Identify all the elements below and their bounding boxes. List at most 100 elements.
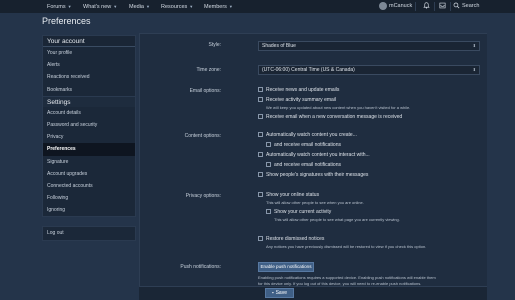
watch-interact-checkbox[interactable]: Automatically watch content you interact… [258,152,370,159]
timezone-select-value: (UTC-06:00) Central Time (US & Canada) [262,67,355,73]
watch-interact-email-checkbox[interactable]: and receive email notifications [266,162,341,169]
nav-resources[interactable]: Resources ▼ [161,0,193,13]
chevron-updown-icon: ⬍ [472,67,476,72]
checkbox-box [266,162,271,167]
checkbox-box [258,132,263,137]
nav-members-label: Members [204,4,227,10]
checkbox-box [258,236,263,241]
content-options-label: Content options: [184,133,221,139]
checkbox-box [266,142,271,147]
inbox-icon[interactable] [436,0,449,13]
alerts-bell-icon[interactable] [419,0,433,13]
checkbox-box [258,192,263,197]
avatar [379,1,387,10]
save-icon: ▪ [271,290,274,295]
style-select[interactable]: Shades of Blue ⬍ [258,41,480,51]
enable-push-button[interactable]: Enable push notifications [258,262,314,272]
current-activity-hint: This will allow other people to see what… [274,217,400,222]
sidebar-item-log-out[interactable]: Log out [43,227,135,240]
restore-notices-hint: Any notices you have previously dismisse… [266,244,427,249]
sidebar-item-preferences[interactable]: Preferences [43,143,135,156]
nav-whats-new-label: What's new [83,4,112,10]
account-sidebar: Your account Your profile Alerts Reactio… [42,35,136,241]
chevron-down-icon: ▼ [145,4,150,9]
sidebar-item-account-upgrades[interactable]: Account upgrades [43,167,135,180]
chevron-down-icon: ▼ [189,4,194,9]
chevron-down-icon: ▼ [113,4,118,9]
user-menu[interactable]: mCanuck [379,0,412,13]
email-conversation-label: Receive email when a new conversation me… [266,114,403,120]
nav-forums[interactable]: Forums ▼ [47,0,72,13]
timezone-label: Time zone: [196,67,221,73]
push-hint-line1: Enabling push notifications requires a s… [258,275,436,280]
search-label: Search [462,3,480,9]
save-label: Save [275,290,287,296]
sidebar-item-bookmarks[interactable]: Bookmarks [43,83,135,96]
email-news-checkbox[interactable]: Receive news and update emails [258,87,339,94]
watch-interact-label: Automatically watch content you interact… [266,152,370,158]
restore-notices-checkbox[interactable]: Restore dismissed notices [258,236,324,243]
style-label: Style: [208,42,221,48]
nav-divider [434,2,435,11]
sidebar-item-your-profile[interactable]: Your profile [43,47,135,60]
search-icon [453,2,460,9]
watch-created-checkbox[interactable]: Automatically watch content you create..… [258,132,357,139]
sidebar-item-password-and-security[interactable]: Password and security [43,118,135,132]
email-summary-checkbox[interactable]: Receive activity summary email [258,97,336,104]
search-button[interactable]: Search [453,0,479,13]
watch-created-label: Automatically watch content you create..… [266,132,357,138]
nav-forums-label: Forums [47,4,66,10]
sidebar-item-alerts[interactable]: Alerts [43,59,135,72]
push-notifications-label: Push notifications: [180,264,221,270]
email-conversation-checkbox[interactable]: Receive email when a new conversation me… [258,114,402,121]
chevron-updown-icon: ⬍ [472,43,476,48]
privacy-options-label: Privacy options: [185,193,221,199]
chevron-down-icon: ▼ [228,4,233,9]
email-summary-label: Receive activity summary email [266,97,337,103]
sidebar-item-connected-accounts[interactable]: Connected accounts [43,179,135,193]
checkbox-box [258,87,263,92]
nav-resources-label: Resources [161,4,188,10]
nav-divider [415,2,416,11]
sidebar-logout-block: Log out [42,226,136,241]
save-button[interactable]: ▪ Save [265,288,294,298]
top-navigation-bar: Forums ▼ What's new ▼ Media ▼ Resources ▼ Me… [0,0,515,13]
sidebar-item-account-details[interactable]: Account details [43,106,135,119]
online-status-checkbox[interactable]: Show your online status [258,192,319,199]
checkbox-box [258,172,263,177]
nav-members[interactable]: Members ▼ [204,0,233,13]
preferences-form: Style: Shades of Blue ⬍ Time zone: (UTC-0… [139,33,487,300]
sidebar-item-following[interactable]: Following [43,192,135,205]
sidebar-item-privacy[interactable]: Privacy [43,131,135,144]
nav-whats-new[interactable]: What's new ▼ [83,0,117,13]
nav-media-label: Media [129,4,144,10]
form-footer [139,286,487,300]
current-activity-checkbox[interactable]: Show your current activity [266,209,331,216]
watch-created-email-label: and receive email notifications [274,142,341,148]
sidebar-group-your-account: Your account Your profile Alerts Reactio… [42,35,136,218]
email-news-label: Receive news and update emails [266,87,340,93]
sidebar-item-reactions-received[interactable]: Reactions received [43,71,135,84]
email-summary-hint: We will keep you updated about new conte… [266,105,411,110]
chevron-down-icon: ▼ [67,4,72,9]
username-label: mCanuck [389,3,413,9]
email-options-label: Email options: [189,88,221,94]
checkbox-box [258,152,263,157]
nav-media[interactable]: Media ▼ [129,0,150,13]
sidebar-item-ignoring[interactable]: Ignoring [43,204,135,217]
show-signatures-label: Show people's signatures with their mess… [266,172,369,178]
online-status-label: Show your online status [266,192,320,198]
watch-interact-email-label: and receive email notifications [274,162,341,168]
sidebar-heading-settings: Settings [43,95,135,107]
current-activity-label: Show your current activity [274,209,332,215]
show-signatures-checkbox[interactable]: Show people's signatures with their mess… [258,172,368,179]
page-title: Preferences [42,16,91,26]
watch-created-email-checkbox[interactable]: and receive email notifications [266,142,341,149]
timezone-select[interactable]: (UTC-06:00) Central Time (US & Canada) ⬍ [258,65,480,75]
online-status-hint: This will allow other people to see when… [266,200,364,205]
style-select-value: Shades of Blue [262,43,296,49]
checkbox-box [258,97,263,102]
sidebar-item-signature[interactable]: Signature [43,155,135,168]
checkbox-box [258,114,263,119]
sidebar-heading-your-account: Your account [43,36,135,47]
